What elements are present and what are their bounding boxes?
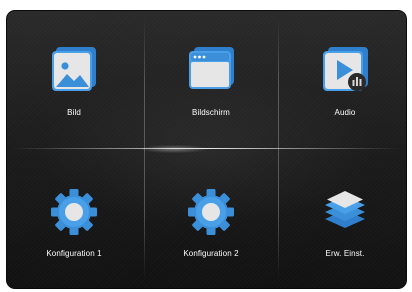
- image-icon: [52, 47, 96, 91]
- menu-item-erw-einst[interactable]: Erw. Einst.: [279, 150, 407, 286]
- menu-item-bild[interactable]: Bild: [8, 12, 140, 148]
- menu-item-konfiguration-1[interactable]: Konfiguration 1: [8, 150, 140, 286]
- menu-item-label: Konfiguration 2: [183, 249, 239, 258]
- gear-icon: [188, 189, 234, 235]
- menu-grid: Bild Bildschirm Audio Konfiguration 1 Ko…: [6, 10, 407, 289]
- menu-item-audio[interactable]: Audio: [279, 12, 407, 148]
- menu-item-label: Erw. Einst.: [325, 249, 365, 258]
- menu-item-label: Bild: [67, 108, 81, 117]
- menu-item-label: Audio: [334, 108, 356, 117]
- menu-item-label: Bildschirm: [192, 108, 230, 117]
- gear-icon: [51, 189, 97, 235]
- menu-item-bildschirm[interactable]: Bildschirm: [145, 12, 277, 148]
- audio-play-icon: [323, 47, 368, 91]
- layers-icon: [325, 191, 365, 228]
- menu-item-konfiguration-2[interactable]: Konfiguration 2: [145, 150, 277, 286]
- osd-menu-panel: Bild Bildschirm Audio Konfiguration 1 Ko…: [6, 10, 407, 289]
- menu-item-label: Konfiguration 1: [46, 249, 102, 258]
- screen-window-icon: [189, 47, 234, 89]
